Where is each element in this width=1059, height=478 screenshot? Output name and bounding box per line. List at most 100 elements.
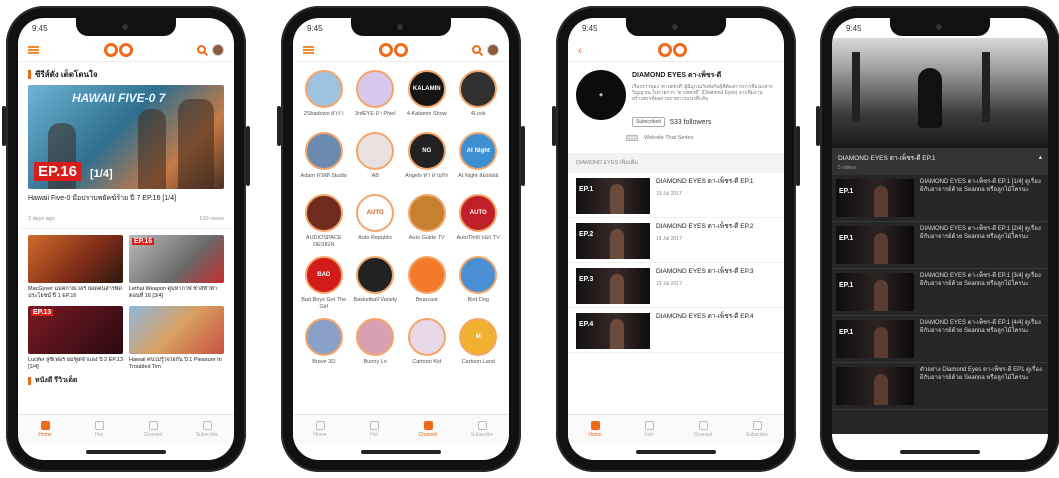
episode-title: DIAMOND EYES ตา-เพ็ชร-ดี EP.1 bbox=[656, 178, 754, 185]
collapse-icon[interactable]: ▴ bbox=[1039, 153, 1042, 163]
episode-row[interactable]: EP.4 DIAMOND EYES ตา-เพ็ชร-ดี EP.4 bbox=[568, 308, 784, 353]
channel-item[interactable]: NG Angels ท่า สามก๊ก bbox=[402, 132, 452, 186]
episode-thumbnail: EP.4 bbox=[576, 313, 650, 349]
tab-subscribe[interactable]: Subscribe bbox=[730, 415, 784, 444]
hero-caption[interactable]: Hawaii Five-0 มือปราบพยัคฆ์ร้าย ปี 7 EP.… bbox=[18, 189, 234, 206]
tab-channel[interactable]: Channel bbox=[126, 415, 180, 444]
playlist-item[interactable]: EP.1 DIAMOND EYES ตา-เพ็ชร-ดี EP.1 [1/4] … bbox=[832, 175, 1048, 222]
channel-item[interactable]: Cartoon Kid bbox=[402, 318, 452, 372]
hero-banner[interactable]: HAWAII FIVE-0 7 EP.16 [1/4] bbox=[28, 85, 224, 189]
channel-item[interactable]: AB bbox=[351, 132, 401, 186]
channel-name: 4Look bbox=[470, 111, 486, 117]
search-icon[interactable] bbox=[197, 45, 206, 54]
playlist-label: EP.1 bbox=[839, 282, 854, 289]
playlist-item[interactable]: ตัวอย่าง Diamond Eyes ตา-เพ็ชร-ดี EP1 ดู… bbox=[832, 363, 1048, 410]
channel-item[interactable]: Bearcast bbox=[402, 256, 452, 310]
channel-avatar bbox=[304, 70, 343, 108]
video-thumbnail bbox=[28, 235, 123, 283]
subscribe-button[interactable]: Subscribed bbox=[632, 117, 666, 127]
website-link[interactable]: Website That Series bbox=[568, 131, 784, 145]
tab-hot[interactable]: Hot bbox=[347, 415, 401, 444]
app-logo[interactable] bbox=[657, 42, 687, 57]
hero-brand: HAWAII FIVE-0 7 bbox=[72, 91, 166, 105]
home-indicator bbox=[636, 450, 716, 454]
channel-avatar: AUTO bbox=[356, 194, 395, 232]
tab-subscribe[interactable]: Subscribe bbox=[455, 415, 509, 444]
channel-item[interactable]: AUDIOSPACE DESIGN bbox=[299, 194, 349, 248]
screen-home: 9:45 ซีรีส์ดัง เด็ดโดนใจ HAWAII FIVE-0 7… bbox=[18, 18, 234, 460]
video-title: Hawaii คนไม่รู้ใจใจกัน ปี 1 Pleasure In … bbox=[129, 357, 222, 370]
channel-name: Angels ท่า สามก๊ก bbox=[405, 173, 449, 179]
follower-count: 533 followers bbox=[670, 118, 712, 126]
video-thumbnail: EP.13 bbox=[28, 306, 123, 354]
episode-label: EP.2 bbox=[579, 231, 594, 238]
search-icon[interactable] bbox=[472, 45, 481, 54]
video-subject bbox=[918, 68, 942, 128]
channel-item[interactable]: Bunny Lo bbox=[351, 318, 401, 372]
channel-item[interactable]: AUTO Auto Republic bbox=[351, 194, 401, 248]
channel-icon bbox=[148, 421, 158, 430]
channel-item[interactable]: KALAMIN 4-Kalamin Show bbox=[402, 70, 452, 124]
tab-home[interactable]: Home bbox=[568, 415, 622, 444]
tab-home[interactable]: Home bbox=[18, 415, 72, 444]
channel-item[interactable]: 4Look bbox=[454, 70, 504, 124]
video-title: Lucifer ลูซิเฟอร์ ยมฑูตจำแลง ปี 2 EP.13 … bbox=[28, 357, 123, 370]
video-player[interactable] bbox=[832, 38, 1048, 148]
channel-item[interactable]: 2Shadows ฝ่ากา bbox=[299, 70, 349, 124]
episode-row[interactable]: EP.2 DIAMOND EYES ตา-เพ็ชร-ดี EP.2 19 Jul … bbox=[568, 218, 784, 263]
tab-hot[interactable]: Hot bbox=[72, 415, 126, 444]
channel-item[interactable]: M Cartoon Land bbox=[454, 318, 504, 372]
back-arrow-icon[interactable]: ‹ bbox=[578, 43, 582, 57]
channel-item[interactable]: AUTO AutoThrill บอก TV bbox=[454, 194, 504, 248]
playlist-item[interactable]: EP.1 DIAMOND EYES ตา-เพ็ชร-ดี EP.1 [2/4] … bbox=[832, 222, 1048, 269]
top-bar: ‹ bbox=[568, 38, 784, 62]
avatar[interactable] bbox=[487, 43, 499, 56]
video-title: DIAMOND EYES ตา-เพ็ชร-ดี EP.1 bbox=[838, 155, 936, 162]
tab-channel[interactable]: Channel bbox=[401, 415, 455, 444]
channel-item[interactable]: 3rdEYE ถ้า Phiel bbox=[351, 70, 401, 124]
app-logo[interactable] bbox=[378, 42, 408, 57]
fire-icon bbox=[94, 421, 104, 430]
avatar[interactable] bbox=[212, 43, 224, 56]
episode-row[interactable]: EP.3 DIAMOND EYES ตา-เพ็ชร-ดี EP.3 19 Jul … bbox=[568, 263, 784, 308]
channel-avatar: At Night bbox=[459, 132, 498, 170]
channel-name: 4-Kalamin Show bbox=[406, 111, 447, 117]
channel-item[interactable]: At Night At Night ล่องลอย bbox=[454, 132, 504, 186]
tab-hot[interactable]: Hot bbox=[622, 415, 676, 444]
channel-avatar bbox=[304, 318, 343, 356]
playlist-item[interactable]: EP.1 DIAMOND EYES ตา-เพ็ชร-ดี EP.1 [4/4] … bbox=[832, 316, 1048, 363]
channel-header: ◆ DIAMOND EYES ตา-เพ็ชร-ดี เรื่องราวของ … bbox=[568, 62, 784, 131]
tab-home[interactable]: Home bbox=[293, 415, 347, 444]
hamburger-menu-icon[interactable] bbox=[303, 45, 314, 54]
video-card[interactable]: EP.16 Lethal Weapon คู่มหากาฬ ซ่าส์ท้าฟ้… bbox=[129, 235, 224, 300]
playlist-title: DIAMOND EYES ตา-เพ็ชร-ดี EP.1 [2/4] ดูเร… bbox=[920, 226, 1041, 240]
hamburger-menu-icon[interactable] bbox=[28, 45, 39, 54]
channel-item[interactable]: BAD Bad Boys Got The Girl bbox=[299, 256, 349, 310]
app-logo[interactable] bbox=[103, 42, 133, 57]
channel-avatar bbox=[459, 256, 498, 294]
episode-row[interactable]: EP.1 DIAMOND EYES ตา-เพ็ชร-ดี EP.1 19 Jul … bbox=[568, 173, 784, 218]
playlist-thumbnail bbox=[836, 367, 914, 405]
channel-item[interactable]: Bird Dog bbox=[454, 256, 504, 310]
video-card[interactable]: Hawaii คนไม่รู้ใจใจกัน ปี 1 Pleasure In … bbox=[129, 306, 224, 371]
channel-item[interactable]: Basketball Variety bbox=[351, 256, 401, 310]
channel-grid: 2Shadows ฝ่ากา 3rdEYE ถ้า Phiel KALAMIN 4-K… bbox=[293, 62, 509, 372]
video-card[interactable]: EP.13 Lucifer ลูซิเฟอร์ ยมฑูตจำแลง ปี 2 … bbox=[28, 306, 123, 371]
channel-avatar bbox=[304, 132, 343, 170]
tab-channel[interactable]: Channel bbox=[676, 415, 730, 444]
channel-name: Cartoon Kid bbox=[412, 359, 442, 365]
episode-thumbnail: EP.1 bbox=[576, 178, 650, 214]
tab-subscribe[interactable]: Subscribe bbox=[180, 415, 234, 444]
channel-item[interactable]: Auto Guide TV bbox=[402, 194, 452, 248]
playlist-thumbnail: EP.1 bbox=[836, 273, 914, 311]
playlist-item[interactable]: EP.1 DIAMOND EYES ตา-เพ็ชร-ดี EP.1 [3/4] … bbox=[832, 269, 1048, 316]
episode-title: DIAMOND EYES ตา-เพ็ชร-ดี EP.4 bbox=[656, 313, 754, 320]
video-title-bar: DIAMOND EYES ตา-เพ็ชร-ดี EP.1 ▴ bbox=[832, 148, 1048, 165]
channel-item[interactable]: Adam สวัสดี Studio bbox=[299, 132, 349, 186]
hero-date: 2 days ago bbox=[28, 216, 55, 222]
video-card[interactable]: MacGyver แมคกายเวอร์ ยอดคนสารพัดประโยชน์… bbox=[28, 235, 123, 300]
home-indicator bbox=[86, 450, 166, 454]
channel-item[interactable]: Brave 3D bbox=[299, 318, 349, 372]
web-icon bbox=[626, 135, 638, 141]
section-title: ซีรีส์ดัง เด็ดโดนใจ bbox=[18, 62, 234, 85]
